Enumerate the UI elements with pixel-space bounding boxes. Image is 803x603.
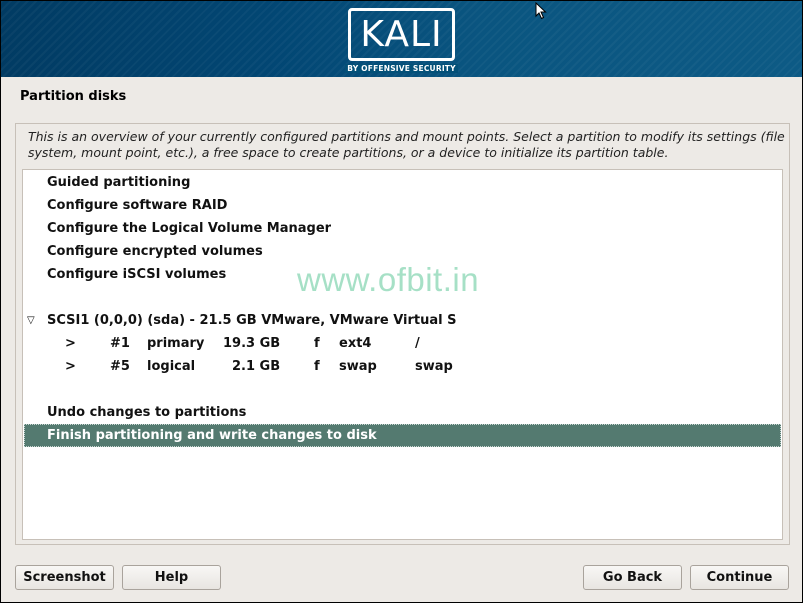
logo-subtitle: BY OFFENSIVE SECURITY [345, 64, 458, 73]
partition-type: logical [147, 359, 196, 374]
chevron-right-icon: > [65, 359, 76, 374]
partition-flag: f [314, 336, 320, 351]
list-item-encrypted-volumes[interactable]: Configure encrypted volumes [24, 240, 781, 263]
watermark-text: www.ofbit.in [297, 261, 480, 298]
list-item-lvm[interactable]: Configure the Logical Volume Manager [24, 217, 781, 240]
kali-banner: KALI BY OFFENSIVE SECURITY [1, 1, 802, 77]
list-item-undo-changes[interactable]: Undo changes to partitions [24, 401, 781, 424]
page-title: Partition disks [20, 89, 127, 104]
logo-text: KALI [360, 14, 443, 55]
partition-number: #1 [110, 336, 130, 351]
partition-size: 19.3 GB [223, 336, 281, 351]
partition-mount: swap [415, 359, 453, 374]
disk-row-sda[interactable]: ▽ SCSI1 (0,0,0) (sda) - 21.5 GB VMware, … [24, 309, 781, 332]
partition-list[interactable]: Guided partitioning Configure software R… [22, 169, 783, 540]
list-item-label: Undo changes to partitions [47, 405, 247, 420]
list-item-label: Configure software RAID [47, 198, 228, 213]
disk-label: SCSI1 (0,0,0) (sda) - 21.5 GB VMware, VM… [47, 313, 457, 328]
list-item-label: Configure iSCSI volumes [47, 267, 227, 282]
partition-row[interactable]: > #5 logical 2.1 GB f swap swap [24, 355, 781, 378]
help-button[interactable]: Help [122, 565, 221, 590]
triangle-down-icon[interactable]: ▽ [27, 309, 35, 332]
continue-button[interactable]: Continue [690, 565, 789, 590]
list-item-label: Guided partitioning [47, 175, 191, 190]
installer-window: KALI BY OFFENSIVE SECURITY Partition dis… [1, 1, 802, 602]
chevron-right-icon: > [65, 336, 76, 351]
partition-flag: f [314, 359, 320, 374]
list-item-label: Finish partitioning and write changes to… [47, 428, 377, 443]
partition-size: 2.1 GB [232, 359, 281, 374]
partition-filesystem: swap [339, 359, 377, 374]
partition-row[interactable]: > #1 primary 19.3 GB f ext4 / [24, 332, 781, 355]
screenshot-button[interactable]: Screenshot [15, 565, 114, 590]
partition-type: primary [147, 336, 205, 351]
list-item-software-raid[interactable]: Configure software RAID [24, 194, 781, 217]
list-item-finish-partitioning[interactable]: Finish partitioning and write changes to… [24, 424, 781, 447]
list-item-label: Configure encrypted volumes [47, 244, 263, 259]
kali-logo: KALI [348, 8, 455, 61]
partition-mount: / [415, 336, 420, 351]
list-item-guided-partitioning[interactable]: Guided partitioning [24, 171, 781, 194]
go-back-button[interactable]: Go Back [583, 565, 682, 590]
partition-number: #5 [110, 359, 130, 374]
list-item-label: Configure the Logical Volume Manager [47, 221, 332, 236]
mouse-cursor-icon [535, 2, 547, 20]
description-text: This is an overview of your currently co… [28, 129, 785, 160]
partition-filesystem: ext4 [339, 336, 372, 351]
